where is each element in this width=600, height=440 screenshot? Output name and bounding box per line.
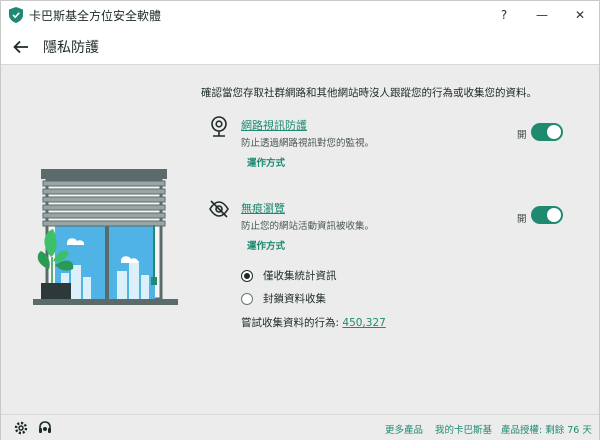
window-controls: ? — ✕ xyxy=(485,1,599,29)
title-bar: 卡巴斯基全方位安全軟體 ? — ✕ xyxy=(1,1,599,29)
private-browsing-howto-link[interactable]: 運作方式 xyxy=(247,238,285,252)
license-link[interactable]: 產品授權: 剩餘 76 天 xyxy=(501,422,592,436)
webcam-protection-desc: 防止透過網路視訊對您的監視。 xyxy=(241,138,375,149)
support-icon[interactable] xyxy=(37,420,53,436)
webcam-howto-link[interactable]: 運作方式 xyxy=(247,155,285,169)
radio-collect-stats[interactable] xyxy=(241,269,253,282)
window-blinds-illustration xyxy=(33,169,178,305)
option-collect-stats[interactable]: 僅收集統計資訊 xyxy=(241,268,337,283)
webcam-icon xyxy=(211,116,227,137)
back-button[interactable] xyxy=(11,37,31,57)
gear-icon[interactable] xyxy=(13,420,29,436)
attempts-label: 嘗試收集資料的行為: xyxy=(241,317,340,329)
minimize-button[interactable]: — xyxy=(523,1,561,29)
main-content: 確認當您存取社群網路和其他網站時沒人跟蹤您的行為或收集您的資料。 網路視訊防護 … xyxy=(1,65,599,414)
data-collection-attempts: 嘗試收集資料的行為: 450,327 xyxy=(241,315,386,330)
page-header: 隱私防護 xyxy=(1,29,599,65)
webcam-state-label: 開 xyxy=(517,130,527,141)
private-browsing-toggle[interactable] xyxy=(531,206,563,224)
help-button[interactable]: ? xyxy=(485,1,523,29)
webcam-protection-link[interactable]: 網路視訊防護 xyxy=(241,117,307,133)
private-browsing-desc: 防止您的網站活動資訊被收集。 xyxy=(241,221,375,232)
eye-slash-icon xyxy=(209,200,229,218)
intro-text: 確認當您存取社群網路和其他網站時沒人跟蹤您的行為或收集您的資料。 xyxy=(201,87,537,99)
private-browsing-state-label: 開 xyxy=(517,214,527,225)
app-window: 卡巴斯基全方位安全軟體 ? — ✕ 隱私防護 確認當您存取社群網路和其他網站時沒… xyxy=(0,0,600,440)
attempts-count-link[interactable]: 450,327 xyxy=(342,317,385,329)
option-block-collection[interactable]: 封鎖資料收集 xyxy=(241,291,326,306)
private-browsing-link[interactable]: 無痕瀏覽 xyxy=(241,200,285,216)
option-block-collection-label: 封鎖資料收集 xyxy=(263,293,326,305)
option-collect-stats-label: 僅收集統計資訊 xyxy=(263,270,337,282)
radio-block-collection[interactable] xyxy=(241,292,253,305)
my-kaspersky-link[interactable]: 我的卡巴斯基 xyxy=(435,422,492,436)
more-products-link[interactable]: 更多產品 xyxy=(385,422,423,436)
page-title: 隱私防護 xyxy=(43,39,99,56)
window-title: 卡巴斯基全方位安全軟體 xyxy=(29,8,162,23)
kaspersky-shield-icon xyxy=(9,7,23,23)
footer-bar: 更多產品 我的卡巴斯基 產品授權: 剩餘 76 天 xyxy=(1,414,599,440)
close-button[interactable]: ✕ xyxy=(561,1,599,29)
webcam-protection-toggle[interactable] xyxy=(531,123,563,141)
arrow-left-icon xyxy=(13,40,28,53)
